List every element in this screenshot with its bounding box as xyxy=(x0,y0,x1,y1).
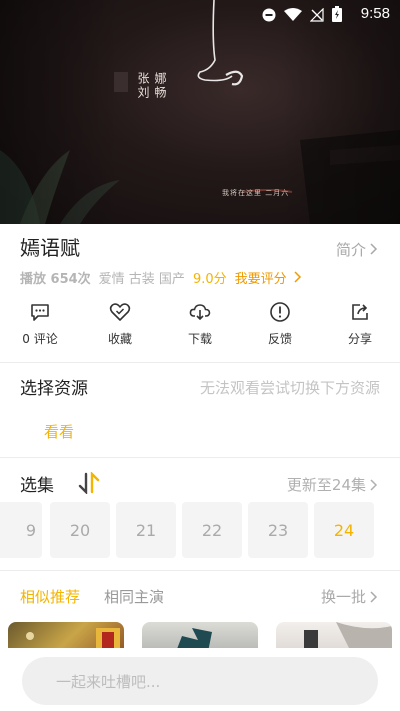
video-banner[interactable]: 张刘 娜畅 我将在这里 二月六 9:58 xyxy=(0,0,400,224)
chevron-right-icon xyxy=(370,590,378,603)
favorite-button[interactable]: 收藏 xyxy=(84,300,156,352)
banner-vignette xyxy=(0,0,400,224)
refresh-button[interactable]: 换一批 xyxy=(321,586,378,607)
share-label: 分享 xyxy=(347,332,372,346)
comment-bar: 一起来吐槽吧... xyxy=(0,648,400,711)
source-item-kankan[interactable]: 看看 xyxy=(44,421,74,442)
intro-label: 简介 xyxy=(335,241,366,259)
score: 9.0分 xyxy=(192,272,227,287)
share-icon xyxy=(352,304,368,320)
show-meta: 播放 654次 爱情 古装 国产 9.0分 我要评分 xyxy=(20,268,302,287)
signal-off-icon xyxy=(309,7,324,26)
cloud-download-icon xyxy=(189,304,211,321)
tab-same-cast[interactable]: 相同主演 xyxy=(104,586,164,607)
tab-similar[interactable]: 相似推荐 xyxy=(20,586,80,607)
comment-input[interactable]: 一起来吐槽吧... xyxy=(22,657,378,705)
episodes-updated-label: 更新至24集 xyxy=(286,476,366,494)
action-bar: 0 评论 收藏 下载 反馈 分享 xyxy=(0,300,400,352)
share-button[interactable]: 分享 xyxy=(324,300,396,352)
rate-label: 我要评分 xyxy=(234,272,287,287)
divider xyxy=(0,362,400,363)
rate-button[interactable]: 我要评分 xyxy=(235,268,302,287)
intro-button[interactable]: 简介 xyxy=(336,239,378,260)
chevron-right-icon xyxy=(294,271,301,283)
comment-button[interactable]: 0 评论 xyxy=(4,300,76,352)
chevron-right-icon xyxy=(370,241,378,259)
episode-item[interactable]: 21 xyxy=(116,502,176,558)
refresh-label: 换一批 xyxy=(320,588,366,606)
episode-item[interactable]: 22 xyxy=(182,502,242,558)
feedback-icon xyxy=(270,302,290,322)
play-count: 播放 654次 xyxy=(20,272,91,287)
recommend-tabs: 相似推荐 相同主演 xyxy=(20,586,164,607)
status-bar: 9:58 xyxy=(0,0,400,28)
download-button[interactable]: 下载 xyxy=(164,300,236,352)
chevron-right-icon xyxy=(370,478,378,491)
poster-actor-1: 张刘 xyxy=(136,72,150,100)
do-not-disturb-icon xyxy=(262,7,276,26)
feedback-label: 反馈 xyxy=(267,332,292,346)
poster-caption: 我将在这里 二月六 xyxy=(222,189,290,197)
divider xyxy=(0,457,400,458)
episode-list[interactable]: 9 20 21 22 23 24 xyxy=(0,502,400,558)
comment-icon xyxy=(31,304,49,321)
episode-item[interactable]: 23 xyxy=(248,502,308,558)
poster-actor-2: 娜畅 xyxy=(153,72,167,100)
divider xyxy=(0,570,400,571)
comment-label: 0 评论 xyxy=(22,332,58,346)
source-section-title: 选择资源 xyxy=(20,379,88,399)
episodes-more-button[interactable]: 更新至24集 xyxy=(287,474,378,495)
download-label: 下载 xyxy=(187,332,212,346)
status-time: 9:58 xyxy=(360,5,390,22)
genre-tags: 爱情 古装 国产 xyxy=(98,272,185,287)
episode-item-active[interactable]: 24 xyxy=(314,502,374,558)
episodes-section-title: 选集 xyxy=(20,476,54,496)
status-icons xyxy=(262,6,342,26)
sort-icon[interactable] xyxy=(78,472,100,494)
episode-item[interactable]: 9 xyxy=(0,502,42,558)
episode-item[interactable]: 20 xyxy=(50,502,110,558)
favorite-label: 收藏 xyxy=(107,332,132,346)
battery-icon xyxy=(332,6,342,26)
feedback-button[interactable]: 反馈 xyxy=(244,300,316,352)
show-title: 嫣语赋 xyxy=(20,236,80,260)
source-hint: 无法观看尝试切换下方资源 xyxy=(199,379,380,397)
heart-icon xyxy=(109,303,131,321)
wifi-icon xyxy=(284,7,302,26)
